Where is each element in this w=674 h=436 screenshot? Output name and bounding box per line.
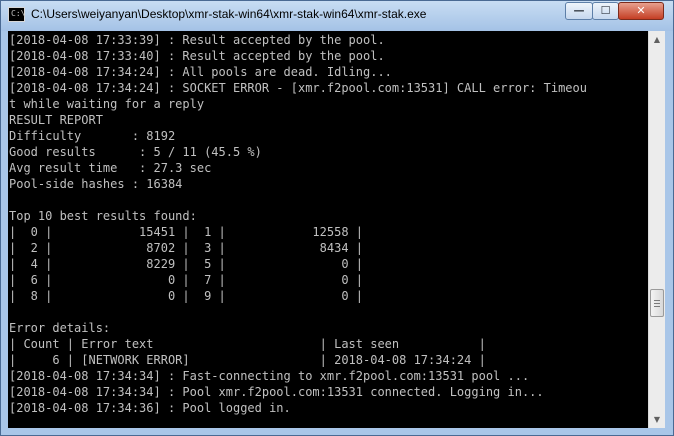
- scroll-thumb[interactable]: [650, 289, 664, 317]
- window-title: C:\Users\weiyanyan\Desktop\xmr-stak-win6…: [31, 7, 427, 21]
- thumb-grip-line: [654, 306, 660, 307]
- console-line: [2018-04-08 17:34:24] : SOCKET ERROR - […: [9, 81, 587, 95]
- console-line: [2018-04-08 17:34:36] : Pool logged in.: [9, 401, 291, 415]
- console-window: C:\ C:\Users\weiyanyan\Desktop\xmr-stak-…: [0, 0, 674, 436]
- scroll-up-arrow-icon[interactable]: ▲: [649, 31, 665, 48]
- console-line: Error details:: [9, 321, 111, 335]
- console-line: Top 10 best results found:: [9, 209, 197, 223]
- console-line: RESULT REPORT: [9, 113, 103, 127]
- console-line: | Count | Error text | Last seen |: [9, 337, 486, 351]
- prompt-glyph: C:\: [11, 9, 26, 18]
- console-output[interactable]: [2018-04-08 17:33:39] : Result accepted …: [8, 31, 648, 428]
- console-line: | 4 | 8229 | 5 | 0 |: [9, 257, 364, 271]
- console-line: | 6 | [NETWORK ERROR] | 2018-04-08 17:34…: [9, 353, 486, 367]
- title-bar[interactable]: C:\ C:\Users\weiyanyan\Desktop\xmr-stak-…: [1, 1, 673, 31]
- console-line: [2018-04-08 17:34:34] : Fast-connecting …: [9, 369, 530, 383]
- maximize-icon: ☐: [600, 4, 611, 17]
- console-line: [2018-04-08 17:34:24] : All pools are de…: [9, 65, 392, 79]
- console-app-icon[interactable]: C:\: [8, 7, 25, 22]
- close-button[interactable]: ✕: [618, 2, 664, 20]
- thumb-grip-line: [654, 303, 660, 304]
- console-line: Difficulty : 8192: [9, 129, 176, 143]
- console-line: Avg result time : 27.3 sec: [9, 161, 212, 175]
- console-line: [2018-04-08 17:33:39] : Result accepted …: [9, 33, 385, 47]
- console-line: | 6 | 0 | 7 | 0 |: [9, 273, 364, 287]
- console-line: t while waiting for a reply: [9, 97, 205, 111]
- maximize-button[interactable]: ☐: [592, 2, 619, 20]
- console-line: | 8 | 0 | 9 | 0 |: [9, 289, 364, 303]
- thumb-grip-line: [654, 300, 660, 301]
- console-line: | 0 | 15451 | 1 | 12558 |: [9, 225, 364, 239]
- console-line: | 2 | 8702 | 3 | 8434 |: [9, 241, 364, 255]
- close-icon: ✕: [636, 4, 646, 17]
- console-line: [2018-04-08 17:34:34] : Pool xmr.f2pool.…: [9, 385, 544, 399]
- console-line: Pool-side hashes : 16384: [9, 177, 183, 191]
- console-line: Good results : 5 / 11 (45.5 %): [9, 145, 262, 159]
- scroll-down-arrow-icon[interactable]: ▼: [649, 411, 665, 428]
- vertical-scrollbar[interactable]: ▲ ▼: [648, 31, 665, 428]
- console-line: [2018-04-08 17:33:40] : Result accepted …: [9, 49, 385, 63]
- minimize-icon: —: [573, 4, 585, 17]
- minimize-button[interactable]: —: [565, 2, 593, 20]
